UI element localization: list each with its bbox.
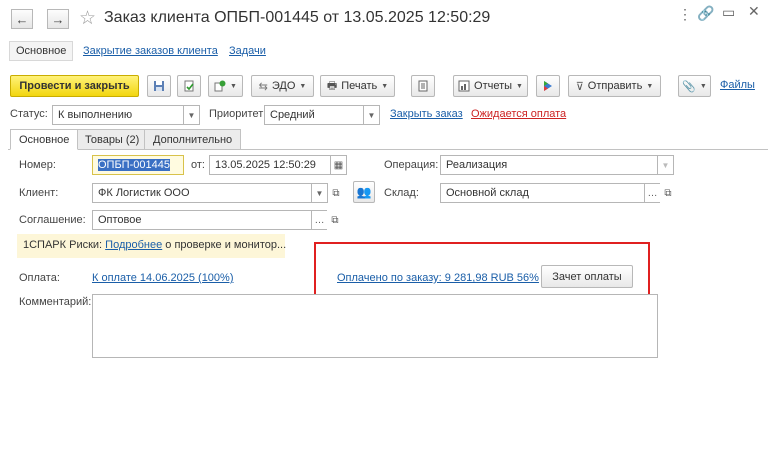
chevron-down-icon: ▼	[661, 160, 670, 170]
window-title: Заказ клиента ОПБП-001445 от 13.05.2025 …	[104, 9, 491, 26]
chevron-down-icon: ▼	[187, 110, 196, 120]
back-button[interactable]: ←	[11, 9, 33, 29]
reports-label: Отчеты	[474, 80, 513, 92]
create-based-icon	[214, 80, 226, 92]
paperclip-icon: 📎	[682, 80, 696, 93]
calendar-button[interactable]: ▦	[331, 155, 347, 175]
comment-textarea[interactable]	[92, 294, 658, 358]
awaiting-payment-link[interactable]: Ожидается оплата	[471, 108, 566, 120]
warehouse-label: Склад:	[384, 187, 419, 199]
chevron-down-icon: ▼	[315, 188, 324, 198]
number-input[interactable]: ОПБП-001445	[92, 155, 184, 175]
ellipsis-icon: …	[314, 214, 325, 226]
users-icon: 👥	[356, 185, 372, 199]
status-select[interactable]: К выполнению	[52, 105, 184, 125]
open-window-icon: ⧉	[664, 187, 672, 199]
chevron-down-icon: ▼	[646, 82, 654, 90]
date-input[interactable]: 13.05.2025 12:50:29	[209, 155, 331, 175]
status-label: Статус:	[10, 108, 48, 120]
spark-prefix: 1СПАРК Риски:	[23, 239, 103, 251]
post-and-close-label: Провести и закрыть	[19, 80, 130, 92]
open-window-icon: ⧉	[332, 187, 340, 199]
spark-risks-banner: 1СПАРК Риски: Подробнее о проверке и мон…	[17, 234, 287, 258]
chevron-down-icon: ▼	[699, 82, 707, 90]
post-button[interactable]	[177, 75, 201, 97]
nav-item-order-closing[interactable]: Закрытие заказов клиента	[83, 45, 218, 57]
list-document-icon	[418, 80, 428, 92]
client-open-button[interactable]: ⧉	[328, 183, 344, 203]
send-icon: ⊽	[575, 80, 584, 93]
edo-button[interactable]: ⇆ ЭДО ▼	[251, 75, 314, 97]
print-label: Печать	[341, 80, 378, 92]
agreement-open-button[interactable]: ⧉	[327, 210, 343, 230]
document-journal-button[interactable]	[411, 75, 435, 97]
arrow-right-icon: →	[51, 11, 65, 27]
chevron-down-icon: ▼	[367, 110, 376, 120]
edo-label: ЭДО	[271, 80, 296, 92]
operation-select[interactable]: Реализация	[440, 155, 658, 175]
number-value: ОПБП-001445	[98, 159, 170, 171]
ellipsis-icon: …	[647, 187, 658, 199]
structure-icon	[544, 81, 552, 91]
save-icon	[154, 81, 164, 91]
chevron-down-icon: ▼	[299, 82, 307, 90]
favorite-star-icon[interactable]: ☆	[79, 7, 96, 30]
operation-label: Операция:	[384, 159, 439, 171]
open-window-icon: ⧉	[331, 214, 339, 226]
tab-main[interactable]: Основное	[10, 129, 79, 150]
warehouse-input[interactable]: Основной склад	[440, 183, 645, 203]
payment-schedule-link[interactable]: К оплате 14.06.2025 (100%)	[92, 272, 234, 284]
close-icon[interactable]: ✕	[748, 3, 760, 20]
chevron-down-icon: ▼	[381, 82, 389, 90]
link-icon[interactable]: 🔗	[697, 5, 714, 22]
agreement-select-button[interactable]: …	[312, 210, 328, 230]
subordination-button[interactable]	[536, 75, 560, 97]
warehouse-select-button[interactable]: …	[645, 183, 661, 203]
chevron-down-icon: ▼	[516, 82, 523, 90]
client-label: Клиент:	[19, 187, 59, 199]
close-order-link[interactable]: Закрыть заказ	[390, 108, 463, 120]
priority-dropdown-button[interactable]: ▼	[364, 105, 380, 125]
more-menu-icon[interactable]: ⋮	[678, 6, 692, 23]
print-button[interactable]: 🖶 Печать ▼	[320, 75, 395, 97]
client-input[interactable]: ФК Логистик ООО	[92, 183, 312, 203]
reports-button[interactable]: Отчеты ▼	[453, 75, 528, 97]
printer-icon: 🖶	[326, 79, 338, 92]
agreement-input[interactable]: Оптовое	[92, 210, 312, 230]
spark-suffix: о проверке и монитор...	[165, 239, 287, 251]
send-button[interactable]: ⊽ Отправить ▼	[568, 75, 661, 97]
agreement-label: Соглашение:	[19, 214, 86, 226]
send-label: Отправить	[587, 80, 643, 92]
files-link[interactable]: Файлы	[720, 79, 755, 91]
calendar-icon: ▦	[333, 159, 344, 171]
client-contacts-button[interactable]: 👥	[353, 181, 375, 203]
operation-dropdown-button[interactable]: ▼	[658, 155, 674, 175]
chevron-down-icon: ▼	[230, 82, 237, 90]
spark-details-link[interactable]: Подробнее	[105, 239, 162, 251]
create-based-on-button[interactable]: ▼	[208, 75, 243, 97]
maximize-icon[interactable]: ▭	[722, 4, 735, 21]
from-label: от:	[191, 159, 205, 171]
client-dropdown-button[interactable]: ▼	[312, 183, 328, 203]
forward-button[interactable]: →	[47, 9, 69, 29]
post-and-close-button[interactable]: Провести и закрыть	[10, 75, 139, 97]
number-label: Номер:	[19, 159, 56, 171]
tab-additional[interactable]: Дополнительно	[144, 129, 242, 150]
save-button[interactable]	[147, 75, 171, 97]
tab-goods[interactable]: Товары (2)	[76, 129, 149, 150]
nav-item-tasks[interactable]: Задачи	[229, 45, 266, 57]
attach-button[interactable]: 📎 ▼	[678, 75, 711, 97]
payment-label: Оплата:	[19, 272, 60, 284]
edo-icon: ⇆	[258, 80, 268, 93]
comment-label: Комментарий:	[19, 296, 92, 308]
nav-item-main[interactable]: Основное	[9, 41, 74, 61]
warehouse-open-button[interactable]: ⧉	[660, 183, 676, 203]
post-document-icon	[184, 80, 194, 92]
status-dropdown-button[interactable]: ▼	[184, 105, 200, 125]
arrow-left-icon: ←	[15, 11, 29, 27]
report-icon	[458, 80, 470, 92]
priority-label: Приоритет:	[209, 108, 267, 120]
priority-select[interactable]: Средний	[264, 105, 364, 125]
